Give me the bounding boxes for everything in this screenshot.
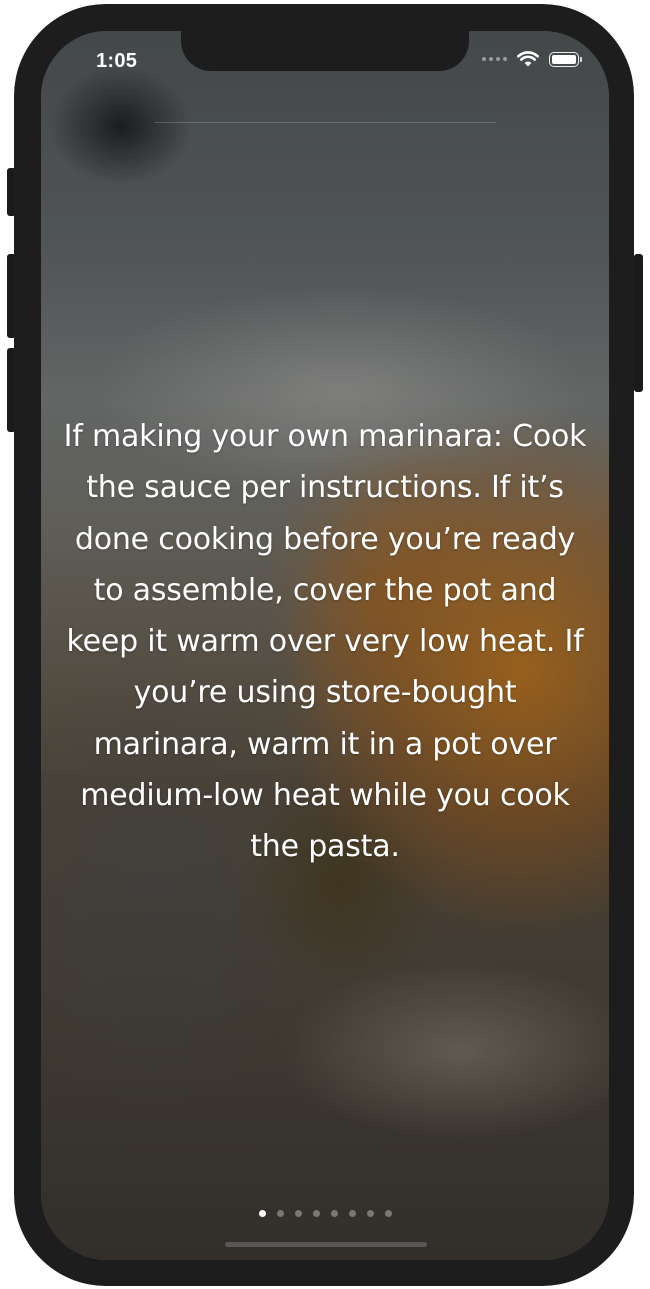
page-dot[interactable] <box>294 1210 302 1217</box>
page-dot[interactable] <box>384 1210 392 1217</box>
page-dot[interactable] <box>258 1210 266 1217</box>
power-button <box>634 254 643 392</box>
page-indicator[interactable] <box>41 1210 609 1217</box>
page-dot[interactable] <box>348 1210 356 1217</box>
page-dot[interactable] <box>276 1210 284 1217</box>
status-time: 1:05 <box>96 50 138 72</box>
page-dot[interactable] <box>330 1210 338 1217</box>
device-notch <box>181 31 469 71</box>
page-dot[interactable] <box>366 1210 374 1217</box>
battery-icon <box>549 51 582 67</box>
recipe-step-text: If making your own marinara: Cook the sa… <box>63 419 587 865</box>
status-icons <box>482 51 582 67</box>
home-indicator[interactable] <box>225 1242 427 1247</box>
step-progress-track <box>154 122 496 123</box>
app-screen[interactable]: 1:05 If making your own marinara: Cook t… <box>41 31 609 1260</box>
page-dot[interactable] <box>312 1210 320 1217</box>
wifi-icon <box>517 51 539 67</box>
cellular-signal-icon <box>482 57 507 61</box>
